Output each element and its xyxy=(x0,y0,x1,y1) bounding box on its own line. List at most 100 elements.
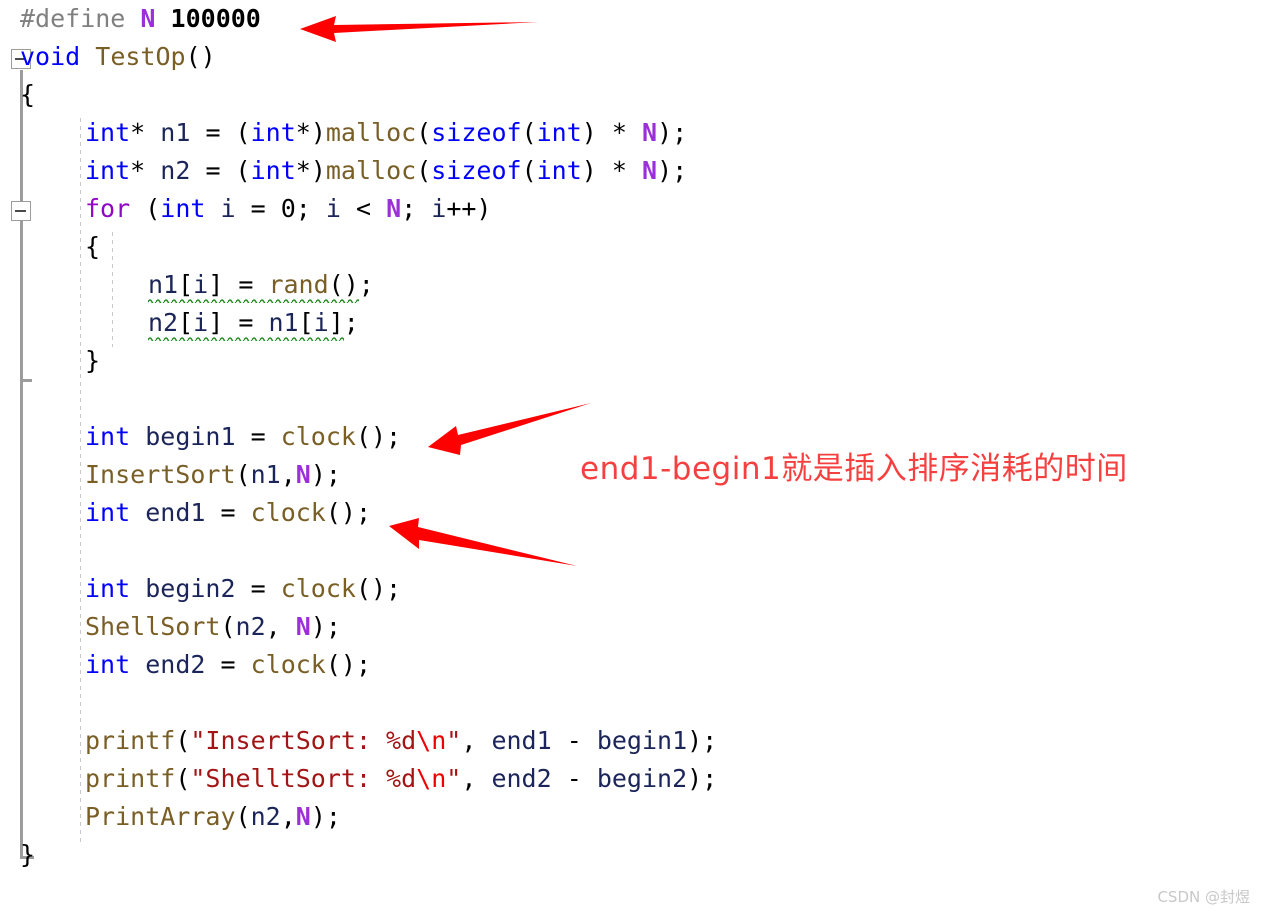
token-macro-n: N xyxy=(295,802,311,831)
outline-vertical-line-function xyxy=(20,70,23,859)
indent-guide-level-1 xyxy=(80,118,81,843)
token-init: = 0; xyxy=(235,194,326,223)
code-line-6[interactable]: for (int i = 0; i < N; i++) xyxy=(85,190,491,228)
token-var-begin2: begin2 xyxy=(596,764,688,793)
token-string-shelltsort: "ShelltSort: %d xyxy=(190,764,417,793)
token-var-n2: n2 xyxy=(235,612,266,641)
token-semi: ; xyxy=(343,308,359,337)
token-assign: = xyxy=(205,650,251,679)
token-macro-n: N xyxy=(295,460,311,489)
code-line-21[interactable]: printf("ShelltSort: %d\n", end2 - begin2… xyxy=(85,760,717,798)
code-line-16[interactable]: int begin2 = clock(); xyxy=(85,570,401,608)
token-paren-open: ( xyxy=(235,802,251,831)
code-line-12[interactable]: int begin1 = clock(); xyxy=(85,418,401,456)
token-bracket-close2: ] xyxy=(328,308,344,337)
code-line-14[interactable]: int end1 = clock(); xyxy=(85,494,371,532)
token-function-clock: clock xyxy=(250,650,326,679)
token-paren-open: ( xyxy=(175,726,191,755)
token-escape-newline: \n xyxy=(416,726,447,755)
code-line-9[interactable]: n2[i] = n1[i]; xyxy=(148,304,359,342)
token-keyword-int-cast: int xyxy=(250,118,296,147)
token-function-printf: printf xyxy=(85,726,176,755)
token-star: * xyxy=(130,156,146,185)
error-squiggle-line-9: n2[i] = n1[i] xyxy=(148,304,344,342)
token-bracket-close: ] = xyxy=(208,270,269,299)
token-end: ); xyxy=(657,118,688,147)
code-line-22[interactable]: PrintArray(n2,N); xyxy=(85,798,341,836)
token-paren-open: ( xyxy=(235,460,251,489)
code-line-7[interactable]: { xyxy=(85,228,100,266)
code-line-1[interactable]: #define N 100000 xyxy=(0,0,261,38)
token-var-end1: end1 xyxy=(491,726,552,755)
code-line-23[interactable]: } xyxy=(0,836,35,874)
code-line-2[interactable]: void TestOp() xyxy=(0,38,216,76)
token-function-clock: clock xyxy=(250,498,326,527)
code-line-4[interactable]: int* n1 = (int*)malloc(sizeof(int) * N); xyxy=(85,114,687,152)
token-comma: , xyxy=(280,802,296,831)
token-var-end2: end2 xyxy=(491,764,552,793)
token-paren-open: ( xyxy=(416,156,432,185)
token-macro-name: N xyxy=(140,4,156,33)
code-line-17[interactable]: ShellSort(n2, N); xyxy=(85,608,341,646)
token-parens: () xyxy=(185,42,216,71)
annotation-note-insertsort-time: end1-begin1就是插入排序消耗的时间 xyxy=(580,451,1128,487)
token-cast-close: *) xyxy=(295,156,326,185)
token-var-n1: n1 xyxy=(250,460,281,489)
screenshot-root: #define N 100000 void TestOp() { int* n1… xyxy=(0,0,1262,915)
token-function-malloc: malloc xyxy=(325,156,417,185)
token-minus: - xyxy=(551,764,597,793)
token-function-printf: printf xyxy=(85,764,176,793)
token-bracket-open: [ xyxy=(178,308,194,337)
token-escape-newline: \n xyxy=(416,764,447,793)
token-keyword-sizeof: sizeof xyxy=(431,118,522,147)
token-end: ); xyxy=(657,156,688,185)
token-keyword-sizeof: sizeof xyxy=(431,156,522,185)
token-semi: ; xyxy=(401,194,432,223)
token-string-close: " xyxy=(446,764,462,793)
token-semi: ; xyxy=(358,270,374,299)
token-paren-mul: ) * xyxy=(581,156,642,185)
token-string-close: " xyxy=(446,726,462,755)
token-var-begin2: begin2 xyxy=(145,574,236,603)
collapse-marker-for-loop[interactable] xyxy=(11,201,31,221)
token-keyword-int: int xyxy=(85,650,131,679)
error-squiggle-line-8: n1[i] = rand() xyxy=(148,266,359,304)
code-line-18[interactable]: int end2 = clock(); xyxy=(85,646,371,684)
code-line-5[interactable]: int* n2 = (int*)malloc(sizeof(int) * N); xyxy=(85,152,687,190)
token-end: ); xyxy=(310,612,341,641)
token-paren-open: ( xyxy=(220,612,236,641)
token-call: () xyxy=(328,270,359,299)
token-paren-open: ( xyxy=(175,764,191,793)
token-var-n2: n2 xyxy=(160,156,191,185)
code-line-8[interactable]: n1[i] = rand(); xyxy=(148,266,374,304)
csdn-watermark: CSDN @封煜 xyxy=(1157,888,1250,906)
token-keyword-int: int xyxy=(85,574,131,603)
token-function-insertsort: InsertSort xyxy=(85,460,236,489)
token-incr: ++) xyxy=(446,194,492,223)
token-brace-close-function: } xyxy=(20,840,36,869)
token-paren-open: ( xyxy=(416,118,432,147)
token-keyword-int-cast: int xyxy=(250,156,296,185)
token-bracket-open2: [ xyxy=(298,308,314,337)
code-line-20[interactable]: printf("InsertSort: %d\n", end1 - begin1… xyxy=(85,722,717,760)
code-line-3[interactable]: { xyxy=(0,76,35,114)
code-line-13[interactable]: InsertSort(n1,N); xyxy=(85,456,341,494)
token-comma: , xyxy=(280,460,296,489)
token-var-n1: n1 xyxy=(160,118,191,147)
token-assign: = ( xyxy=(190,156,251,185)
token-bracket-eq: ] = xyxy=(208,308,269,337)
token-keyword-int: int xyxy=(85,156,131,185)
token-function-rand: rand xyxy=(268,270,329,299)
token-macro-n: N xyxy=(295,612,311,641)
token-function-printarray: PrintArray xyxy=(85,802,236,831)
code-line-10[interactable]: } xyxy=(85,342,100,380)
token-keyword-int: int xyxy=(85,118,131,147)
token-brace-close-for: } xyxy=(85,346,101,375)
token-function-clock: clock xyxy=(280,574,356,603)
